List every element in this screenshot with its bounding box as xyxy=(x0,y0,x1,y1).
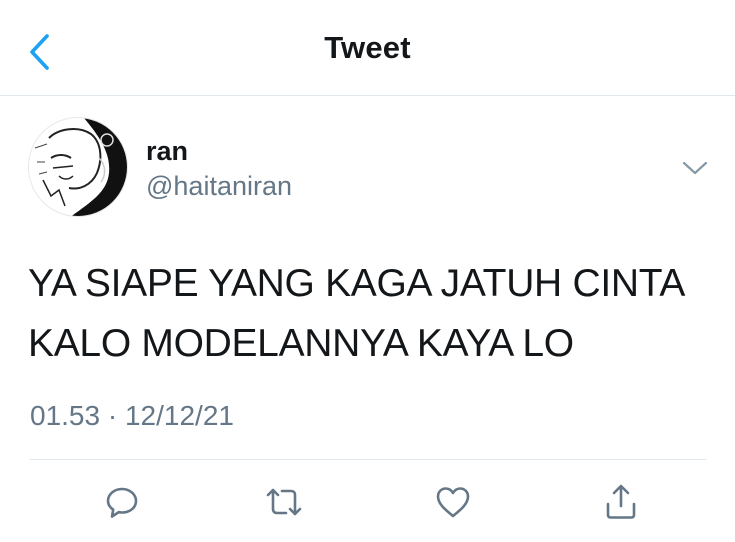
reply-button[interactable] xyxy=(100,480,144,524)
like-icon xyxy=(436,487,470,518)
user-info[interactable]: ran @haitaniran xyxy=(146,136,292,202)
tweet-text: YA SIAPE YANG KAGA JATUH CINTA KALO MODE… xyxy=(28,254,718,374)
avatar-illustration xyxy=(29,118,127,216)
user-handle[interactable]: @haitaniran xyxy=(146,170,292,202)
divider xyxy=(30,459,706,460)
timestamp-separator: · xyxy=(107,400,118,431)
tweet-time: 01.53 xyxy=(30,400,101,431)
more-options-button[interactable] xyxy=(680,158,710,178)
tweet-timestamp: 01.53 · 12/12/21 xyxy=(30,400,234,432)
tweet-text-line: YA SIAPE YANG KAGA JATUH CINTA xyxy=(28,262,686,305)
reply-icon xyxy=(106,487,138,518)
share-icon xyxy=(606,484,636,519)
page-title: Tweet xyxy=(324,30,411,65)
tweet-text-line: KALO MODELANNYA KAYA LO xyxy=(28,322,574,365)
chevron-down-icon xyxy=(682,161,708,175)
share-button[interactable] xyxy=(599,480,643,524)
retweet-icon xyxy=(266,488,302,516)
avatar[interactable] xyxy=(28,117,128,217)
tweet-actions xyxy=(0,476,735,526)
top-bar: Tweet xyxy=(0,0,735,96)
display-name[interactable]: ran xyxy=(146,136,292,166)
retweet-button[interactable] xyxy=(262,480,306,524)
like-button[interactable] xyxy=(431,480,475,524)
tweet-date: 12/12/21 xyxy=(124,400,234,431)
